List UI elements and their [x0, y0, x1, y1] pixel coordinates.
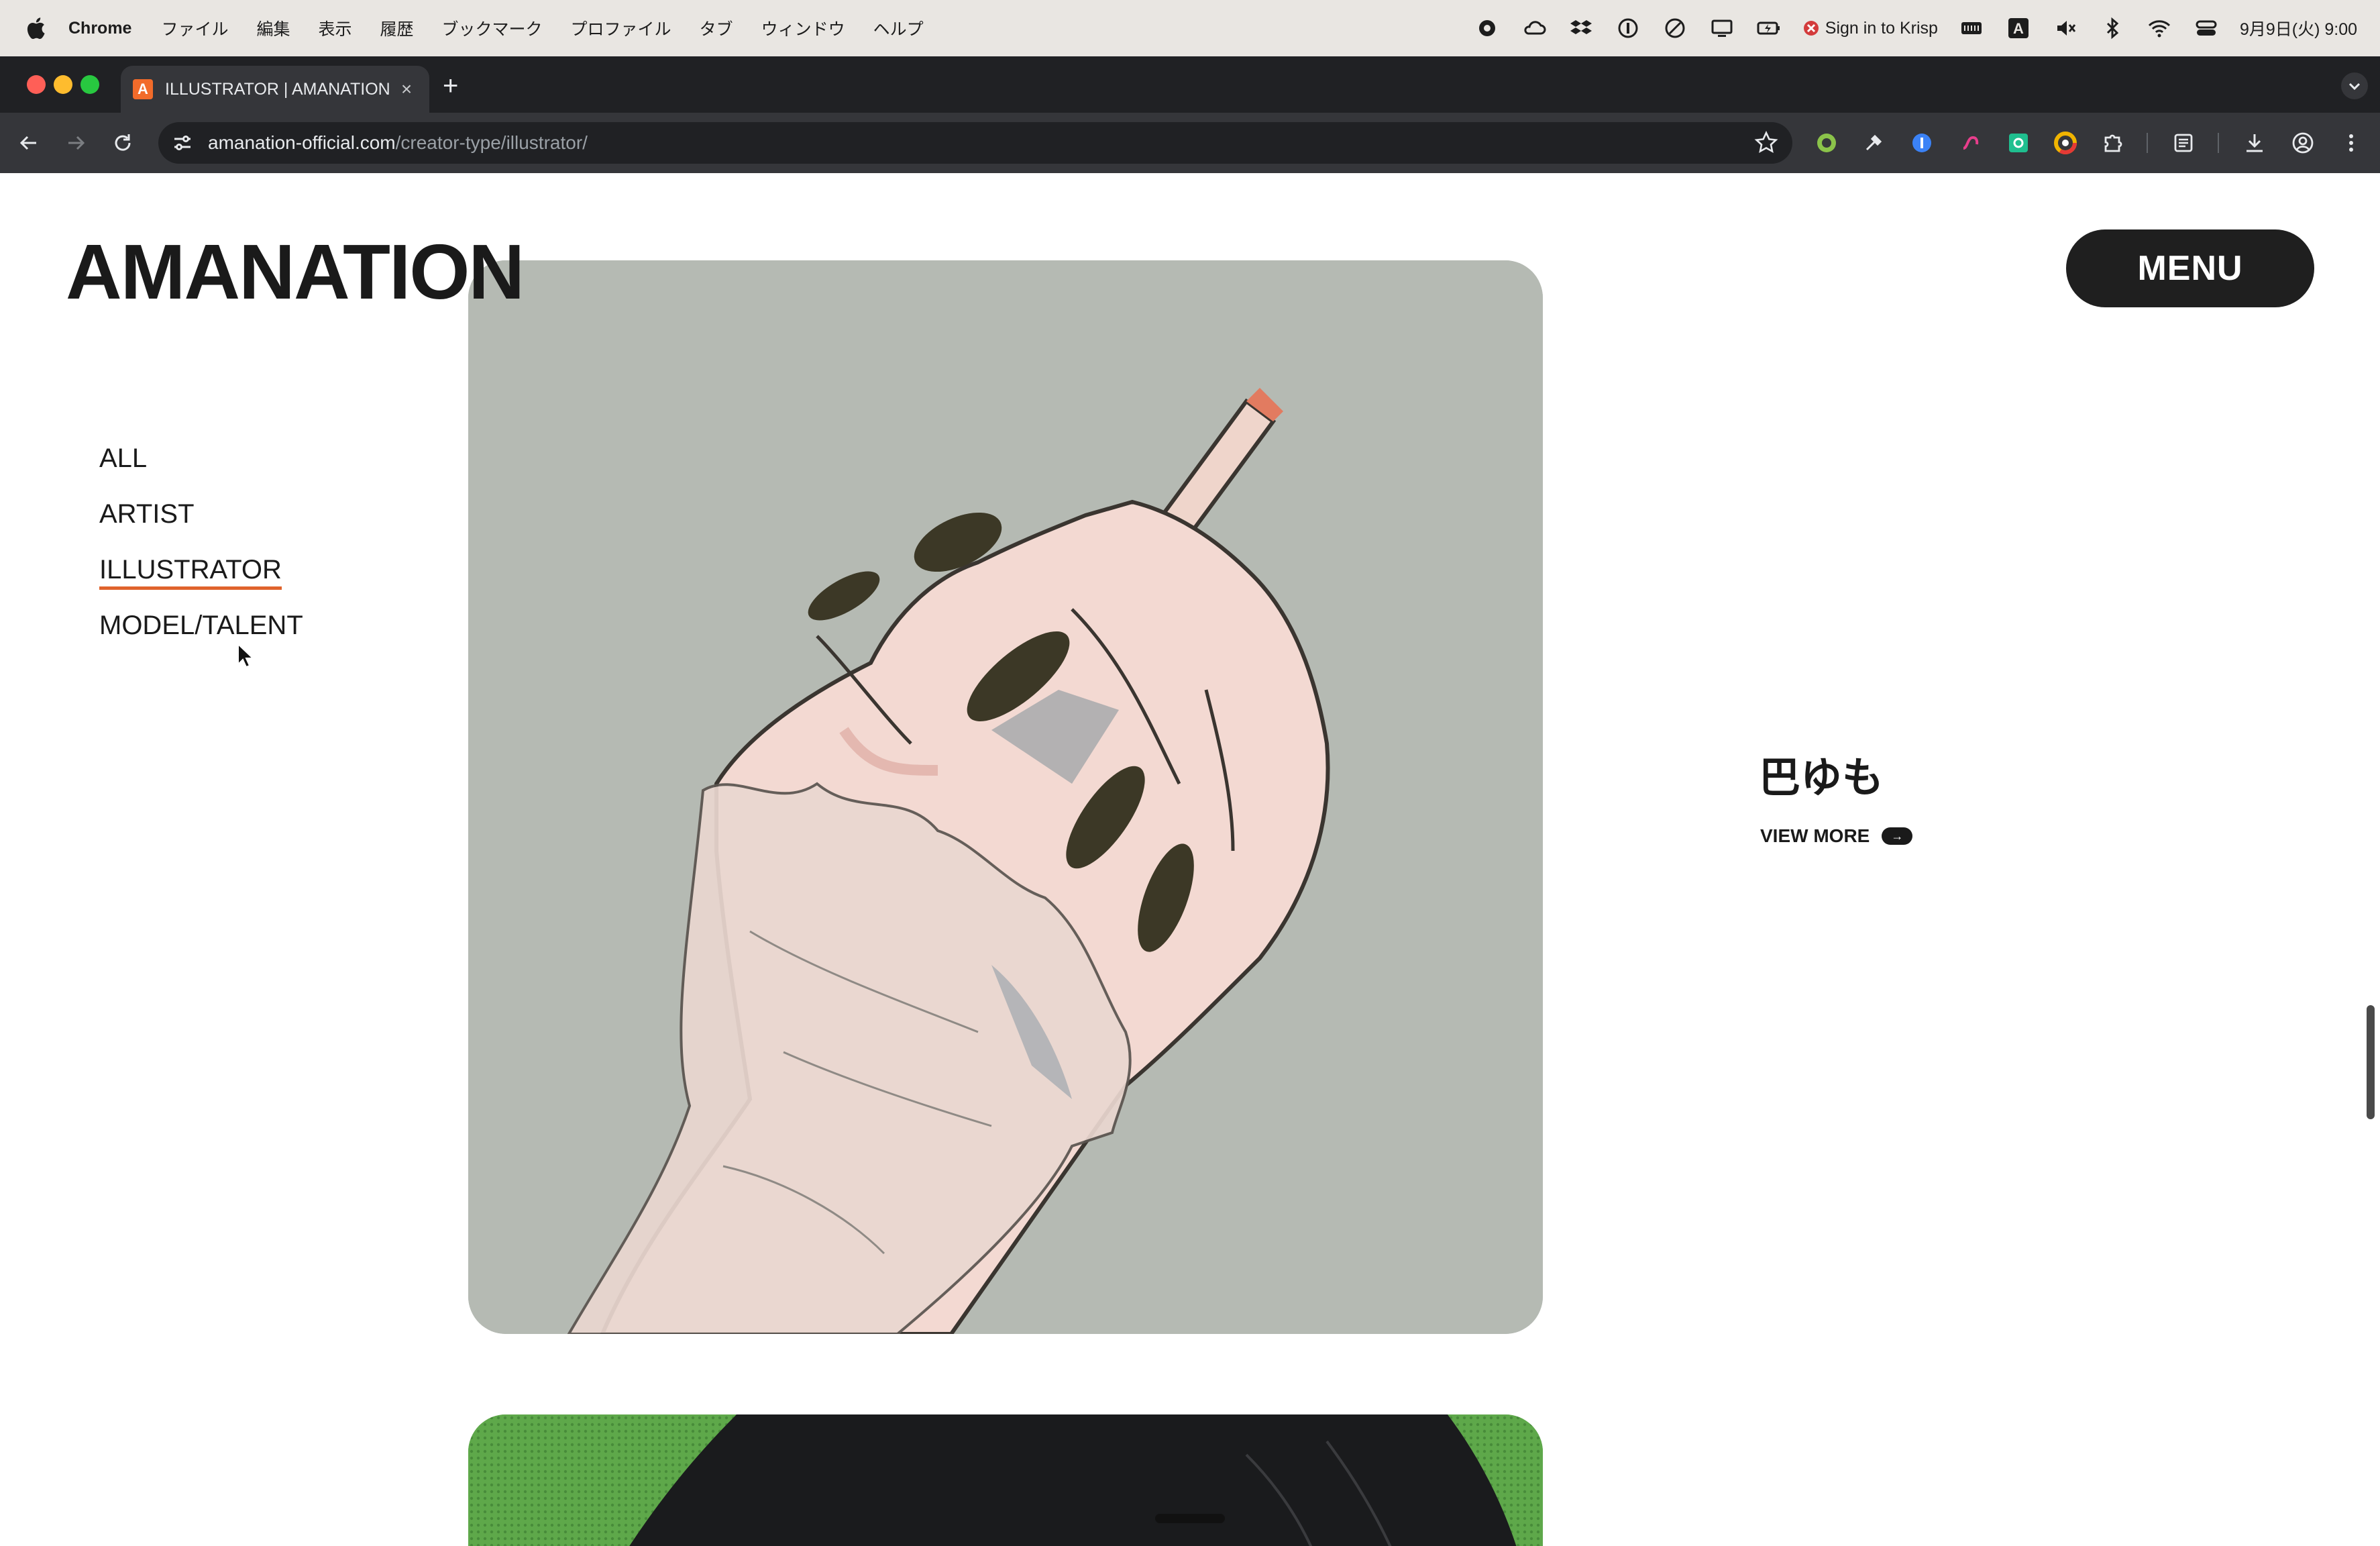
- new-tab-button[interactable]: +: [443, 72, 458, 99]
- profile-avatar-icon[interactable]: [2289, 129, 2317, 157]
- onepassword-icon[interactable]: [1908, 129, 1936, 157]
- url-host: amanation-official.com: [208, 132, 396, 153]
- download-icon[interactable]: [2240, 129, 2269, 157]
- menu-file[interactable]: ファイル: [161, 16, 228, 40]
- menu-button[interactable]: MENU: [2066, 229, 2314, 307]
- menubar-clock[interactable]: 9月9日(火) 9:00: [2240, 16, 2357, 40]
- input-method-icon[interactable]: A: [2005, 15, 2032, 42]
- menu-tabs[interactable]: タブ: [700, 16, 733, 40]
- category-artist[interactable]: ARTIST: [99, 497, 303, 553]
- back-button[interactable]: [13, 127, 44, 158]
- browser-tab-active[interactable]: A ILLUSTRATOR | AMANATION ×: [121, 66, 429, 113]
- category-nav: ALL ARTIST ILLUSTRATOR MODEL/TALENT: [99, 442, 303, 664]
- mouse-cursor-icon: [237, 643, 255, 668]
- forward-button[interactable]: [60, 127, 91, 158]
- chrome-menu-icon[interactable]: [2337, 129, 2365, 157]
- apple-icon[interactable]: [25, 17, 46, 40]
- browser-toolbar: amanation-official.com/creator-type/illu…: [0, 113, 2380, 173]
- macos-menubar: Chrome ファイル 編集 表示 履歴 ブックマーク プロファイル タブ ウィ…: [0, 0, 2380, 56]
- menu-help[interactable]: ヘルプ: [873, 16, 924, 40]
- extension-pink-icon[interactable]: [1956, 129, 1984, 157]
- address-bar[interactable]: amanation-official.com/creator-type/illu…: [158, 122, 1792, 164]
- window-minimize-button[interactable]: [54, 75, 72, 94]
- eyedropper-icon[interactable]: [1859, 129, 1888, 157]
- bookmark-star-icon[interactable]: [1753, 130, 1779, 156]
- hand-cigarette-illustration: [468, 260, 1543, 1334]
- color-picker-icon[interactable]: [2051, 129, 2079, 157]
- dropbox-icon[interactable]: [1568, 15, 1594, 42]
- creator-artwork-card[interactable]: [468, 1414, 1543, 1546]
- arrow-right-icon: [68, 136, 85, 150]
- site-settings-icon[interactable]: [169, 130, 196, 156]
- extension-green-icon[interactable]: [1813, 129, 1841, 157]
- window-zoom-button[interactable]: [80, 75, 99, 94]
- status-ring-icon[interactable]: [1662, 15, 1688, 42]
- chevron-down-icon: [2348, 83, 2361, 91]
- battery-icon[interactable]: [1755, 15, 1782, 42]
- record-icon[interactable]: [1474, 15, 1501, 42]
- bluetooth-icon[interactable]: [2099, 15, 2126, 42]
- display-icon[interactable]: [1709, 15, 1735, 42]
- menu-profiles[interactable]: プロファイル: [571, 16, 671, 40]
- category-illustrator[interactable]: ILLUSTRATOR: [99, 553, 303, 609]
- toolbar-separator: [2147, 133, 2148, 153]
- toolbar-separator: [2218, 133, 2219, 153]
- creator-artwork-card[interactable]: [468, 260, 1543, 1334]
- tab-title: ILLUSTRATOR | AMANATION: [165, 79, 390, 99]
- menu-view[interactable]: 表示: [319, 16, 352, 40]
- extension-teal-icon[interactable]: [2004, 129, 2033, 157]
- url-path: /creator-type/illustrator/: [395, 132, 588, 153]
- tab-close-icon[interactable]: ×: [393, 79, 420, 100]
- extensions-puzzle-icon[interactable]: [2098, 129, 2126, 157]
- menu-history[interactable]: 履歴: [380, 16, 414, 40]
- url-text[interactable]: amanation-official.com/creator-type/illu…: [208, 132, 588, 154]
- wifi-icon[interactable]: [2146, 15, 2173, 42]
- tab-search-button[interactable]: [2341, 72, 2368, 99]
- krisp-label: Sign in to Krisp: [1825, 18, 1938, 38]
- arrow-left-icon: [19, 136, 36, 150]
- creator-name[interactable]: 巴ゆも: [1759, 743, 1884, 804]
- category-model-talent[interactable]: MODEL/TALENT: [99, 609, 303, 664]
- window-close-button[interactable]: [27, 75, 46, 94]
- page-scrollbar[interactable]: [2367, 1005, 2375, 1119]
- reload-icon: [115, 134, 131, 151]
- browser-tab-strip: A ILLUSTRATOR | AMANATION × +: [0, 56, 2380, 113]
- krisp-status[interactable]: Sign in to Krisp: [1802, 19, 1938, 38]
- menu-edit[interactable]: 編集: [256, 16, 290, 40]
- view-more-label: VIEW MORE: [1760, 825, 1870, 846]
- volume-muted-icon[interactable]: [2052, 15, 2079, 42]
- keyboard-icon[interactable]: [1958, 15, 1985, 42]
- menu-window[interactable]: ウィンドウ: [761, 16, 845, 40]
- krisp-icon: [1803, 21, 1819, 36]
- menu-bookmarks[interactable]: ブックマーク: [442, 16, 543, 40]
- tab-favicon-icon: A: [133, 79, 153, 99]
- reload-button[interactable]: [107, 127, 138, 158]
- site-logo[interactable]: AMANATION: [66, 227, 525, 317]
- category-all[interactable]: ALL: [99, 442, 303, 497]
- control-center-icon[interactable]: [2193, 15, 2220, 42]
- svg-text:A: A: [2013, 20, 2024, 37]
- arrow-right-icon: →: [1882, 827, 1913, 845]
- page-viewport: AMANATION MENU ALL ARTIST ILLUSTRATOR MO…: [0, 173, 2380, 1546]
- view-more-link[interactable]: VIEW MORE →: [1760, 825, 1913, 847]
- reading-list-icon[interactable]: [2169, 129, 2198, 157]
- cloud-sync-icon[interactable]: [1521, 15, 1548, 42]
- menu-app-chrome[interactable]: Chrome: [68, 19, 131, 38]
- drag-handle[interactable]: [1155, 1514, 1225, 1523]
- password-manager-icon[interactable]: [1615, 15, 1641, 42]
- dark-hair-illustration: [468, 1414, 1543, 1546]
